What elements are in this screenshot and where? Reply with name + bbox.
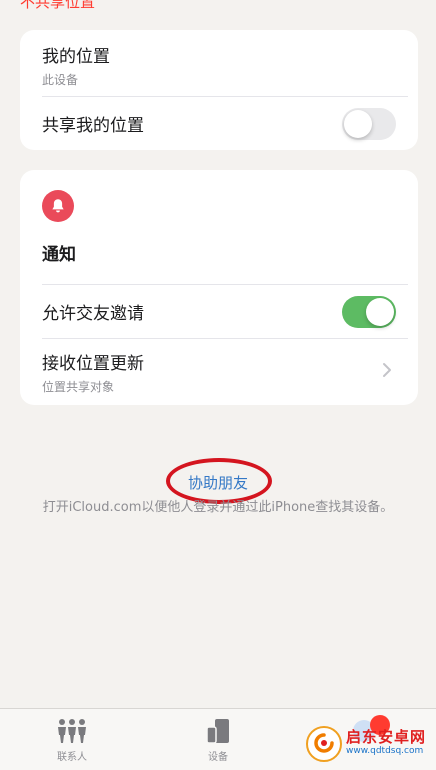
receive-updates-subtitle: 位置共享对象 (42, 380, 115, 394)
chevron-right-icon (382, 362, 392, 382)
share-location-row: 共享我的位置 (42, 97, 418, 150)
watermark-name: 启东安卓网 (346, 728, 427, 746)
help-friend-description: 打开iCloud.com以便他人登录并通过此iPhone查找其设备。 (42, 500, 394, 515)
notifications-heading-row: 通知 (42, 240, 418, 265)
people-icon (55, 717, 89, 745)
my-location-row: 我的位置 此设备 (42, 42, 418, 88)
watermark: 启东安卓网 www.qdtdsq.com (306, 726, 426, 762)
allow-friend-requests-label: 允许交友邀请 (42, 304, 144, 324)
my-location-subtitle: 此设备 (42, 73, 79, 87)
receive-updates-title: 接收位置更新 (42, 354, 144, 374)
unshare-location-link[interactable]: 不共享位置 (20, 0, 95, 12)
bell-icon (42, 190, 74, 222)
tab-devices[interactable]: 设备 (168, 709, 268, 770)
share-location-toggle[interactable] (342, 107, 396, 140)
allow-friend-requests-toggle[interactable] (342, 295, 396, 328)
tab-devices-label: 设备 (208, 752, 228, 763)
notifications-card: 通知 允许交友邀请 接收位置更新 位置共享对象 (20, 170, 418, 405)
share-location-label: 共享我的位置 (42, 116, 144, 136)
watermark-logo-icon (306, 726, 342, 762)
tab-people-label: 联系人 (57, 752, 87, 763)
notifications-heading: 通知 (42, 245, 76, 265)
tab-people[interactable]: 联系人 (22, 709, 122, 770)
devices-icon (205, 717, 231, 745)
watermark-url: www.qdtdsq.com (346, 746, 424, 756)
location-card: 我的位置 此设备 共享我的位置 (20, 30, 418, 150)
allow-friend-requests-row: 允许交友邀请 (42, 285, 418, 338)
receive-location-updates-row[interactable]: 接收位置更新 位置共享对象 (42, 339, 418, 405)
my-location-title: 我的位置 (42, 47, 110, 67)
